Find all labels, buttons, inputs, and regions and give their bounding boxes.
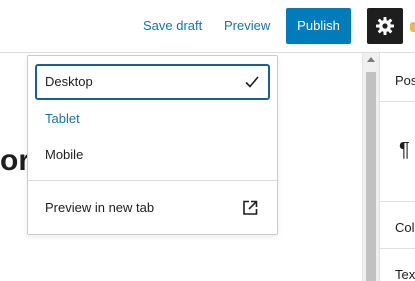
menu-item-mobile[interactable]: Mobile: [35, 137, 270, 173]
menu-divider: [28, 180, 277, 181]
top-toolbar: Save draft Preview Publish: [0, 0, 415, 53]
save-draft-button[interactable]: Save draft: [143, 17, 202, 35]
editor-page: Save draft Preview Publish or Po ¶ Col T…: [0, 0, 415, 281]
menu-item-label: Tablet: [45, 111, 80, 126]
preview-button[interactable]: Preview: [224, 17, 270, 35]
scroll-up-arrow-icon[interactable]: [367, 57, 375, 62]
sidebar-tab-post[interactable]: Pos: [395, 73, 415, 88]
scrollbar-thumb[interactable]: [366, 72, 376, 281]
preview-dropdown-menu: Desktop Tablet Mobile Preview in new tab: [27, 55, 278, 235]
publish-button[interactable]: Publish: [286, 8, 351, 44]
external-link-icon: [243, 200, 258, 215]
sidebar-divider: [380, 101, 415, 102]
scrollbar[interactable]: [362, 53, 379, 281]
checkmark-icon: [245, 76, 259, 88]
menu-item-desktop[interactable]: Desktop: [35, 64, 270, 100]
paragraph-icon: ¶: [399, 139, 410, 161]
settings-sidebar: Pos ¶ Colo Tex: [379, 53, 415, 281]
sidebar-section-color[interactable]: Colo: [395, 220, 415, 235]
menu-item-label: Desktop: [45, 74, 93, 89]
sidebar-section-text[interactable]: Tex: [395, 267, 415, 281]
gear-icon: [376, 17, 394, 35]
menu-item-tablet[interactable]: Tablet: [35, 101, 270, 137]
menu-item-preview-new-tab[interactable]: Preview in new tab: [35, 190, 270, 226]
settings-button[interactable]: [367, 8, 403, 44]
sidebar-divider: [380, 201, 415, 202]
status-indicator: [410, 22, 415, 32]
sidebar-divider: [380, 248, 415, 249]
menu-item-label: Preview in new tab: [45, 200, 155, 215]
menu-item-label: Mobile: [45, 147, 84, 162]
editor-title-fragment: or: [0, 144, 30, 177]
